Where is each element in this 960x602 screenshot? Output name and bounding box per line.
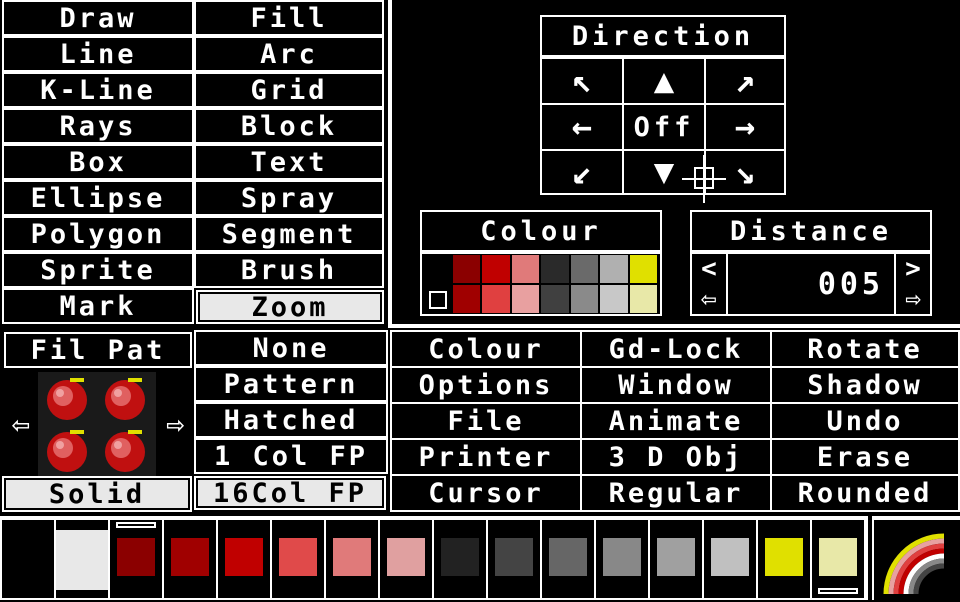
palette-slot[interactable] <box>216 520 272 600</box>
palette-slot[interactable] <box>162 520 218 600</box>
palette-colour <box>387 538 425 576</box>
palette-selection-marker <box>116 522 156 528</box>
menu-erase-button[interactable]: Erase <box>770 438 960 476</box>
tool-box-button[interactable]: Box <box>2 144 194 180</box>
palette-slot[interactable] <box>540 520 596 600</box>
fill-option-1-col-fp-button[interactable]: 1 Col FP <box>194 438 388 474</box>
rainbow-arc-icon <box>883 533 945 595</box>
menu-regular-button[interactable]: Regular <box>580 474 772 512</box>
menu-window-button[interactable]: Window <box>580 366 772 404</box>
palette-colour <box>765 538 803 576</box>
fill-pattern-image <box>38 372 156 476</box>
palette-slot[interactable] <box>432 520 488 600</box>
tool-mark-button[interactable]: Mark <box>2 288 194 324</box>
palette-slot[interactable] <box>270 520 326 600</box>
palette-slot[interactable] <box>0 520 56 600</box>
menu-options-button[interactable]: Options <box>390 366 582 404</box>
menu-printer-button[interactable]: Printer <box>390 438 582 476</box>
palette-colour <box>711 538 749 576</box>
fill-pattern-prev-button[interactable]: ⇦ <box>4 370 38 478</box>
fill-option-pattern-button[interactable]: Pattern <box>194 366 388 402</box>
palette-colour <box>2 530 54 590</box>
rainbow-icon[interactable] <box>872 516 960 600</box>
tool-arc-button[interactable]: Arc <box>194 36 384 72</box>
menu-undo-button[interactable]: Undo <box>770 402 960 440</box>
fill-solid-button[interactable]: Solid <box>2 476 192 512</box>
palette-colour <box>819 538 857 576</box>
palette-slot[interactable] <box>702 520 758 600</box>
palette-selection-marker <box>818 588 858 594</box>
palette-slot[interactable] <box>378 520 434 600</box>
fill-options: None Pattern Hatched 1 Col FP 16Col FP <box>192 330 388 514</box>
palette-slot[interactable] <box>756 520 812 600</box>
tool-text-button[interactable]: Text <box>194 144 384 180</box>
palette-colour <box>603 538 641 576</box>
tool-panel: Draw Fill Line Arc K-Line Grid Rays Block Box Tex… <box>0 0 388 328</box>
tool-block-button[interactable]: Block <box>194 108 384 144</box>
menu-rotate-button[interactable]: Rotate <box>770 330 960 368</box>
tool-ellipse-button[interactable]: Ellipse <box>2 180 194 216</box>
palette-colour <box>56 530 108 590</box>
fill-option-none-button[interactable]: None <box>194 330 388 366</box>
palette-slot[interactable] <box>594 520 650 600</box>
tool-spray-button[interactable]: Spray <box>194 180 384 216</box>
fill-option-hatched-button[interactable]: Hatched <box>194 402 388 438</box>
palette-slot[interactable] <box>108 520 164 600</box>
tool-sprite-button[interactable]: Sprite <box>2 252 194 288</box>
palette-bar <box>0 516 868 600</box>
palette-slot[interactable] <box>486 520 542 600</box>
menu-rounded-button[interactable]: Rounded <box>770 474 960 512</box>
menu-3-d-obj-button[interactable]: 3 D Obj <box>580 438 772 476</box>
tool-fill-button[interactable]: Fill <box>194 0 384 36</box>
palette-colour <box>441 538 479 576</box>
palette-slot[interactable] <box>54 520 110 600</box>
crosshair-cursor <box>682 155 726 203</box>
palette-colour <box>171 538 209 576</box>
fill-option-16col-fp-button[interactable]: 16Col FP <box>194 476 386 510</box>
palette-slot[interactable] <box>648 520 704 600</box>
tool-zoom-button[interactable]: Zoom <box>196 290 384 324</box>
palette-slot[interactable] <box>324 520 380 600</box>
palette-colour <box>657 538 695 576</box>
palette-colour <box>279 538 317 576</box>
tool-segment-button[interactable]: Segment <box>194 216 384 252</box>
fill-pattern-label: Fil Pat <box>4 332 192 368</box>
tool-polygon-button[interactable]: Polygon <box>2 216 194 252</box>
menu-colour-button[interactable]: Colour <box>390 330 582 368</box>
tool-brush-button[interactable]: Brush <box>194 252 384 288</box>
menu-gd-lock-button[interactable]: Gd-Lock <box>580 330 772 368</box>
menu-cursor-button[interactable]: Cursor <box>390 474 582 512</box>
menu-file-button[interactable]: File <box>390 402 582 440</box>
palette-slot[interactable] <box>810 520 866 600</box>
tool-line-button[interactable]: Line <box>2 36 194 72</box>
fill-pattern-next-button[interactable]: ⇨ <box>158 370 192 478</box>
palette-colour <box>549 538 587 576</box>
palette-colour <box>333 538 371 576</box>
menu-shadow-button[interactable]: Shadow <box>770 366 960 404</box>
palette-colour <box>117 538 155 576</box>
palette-colour <box>495 538 533 576</box>
tool-k-line-button[interactable]: K-Line <box>2 72 194 108</box>
palette-colour <box>225 538 263 576</box>
right-frame <box>388 0 960 328</box>
tool-draw-button[interactable]: Draw <box>2 0 194 36</box>
tool-grid-button[interactable]: Grid <box>194 72 384 108</box>
fill-pattern-preview[interactable] <box>38 372 156 476</box>
menu-animate-button[interactable]: Animate <box>580 402 772 440</box>
tool-rays-button[interactable]: Rays <box>2 108 194 144</box>
main-menu: Colour Options File Printer Cursor Gd-Lock Win… <box>390 330 960 514</box>
